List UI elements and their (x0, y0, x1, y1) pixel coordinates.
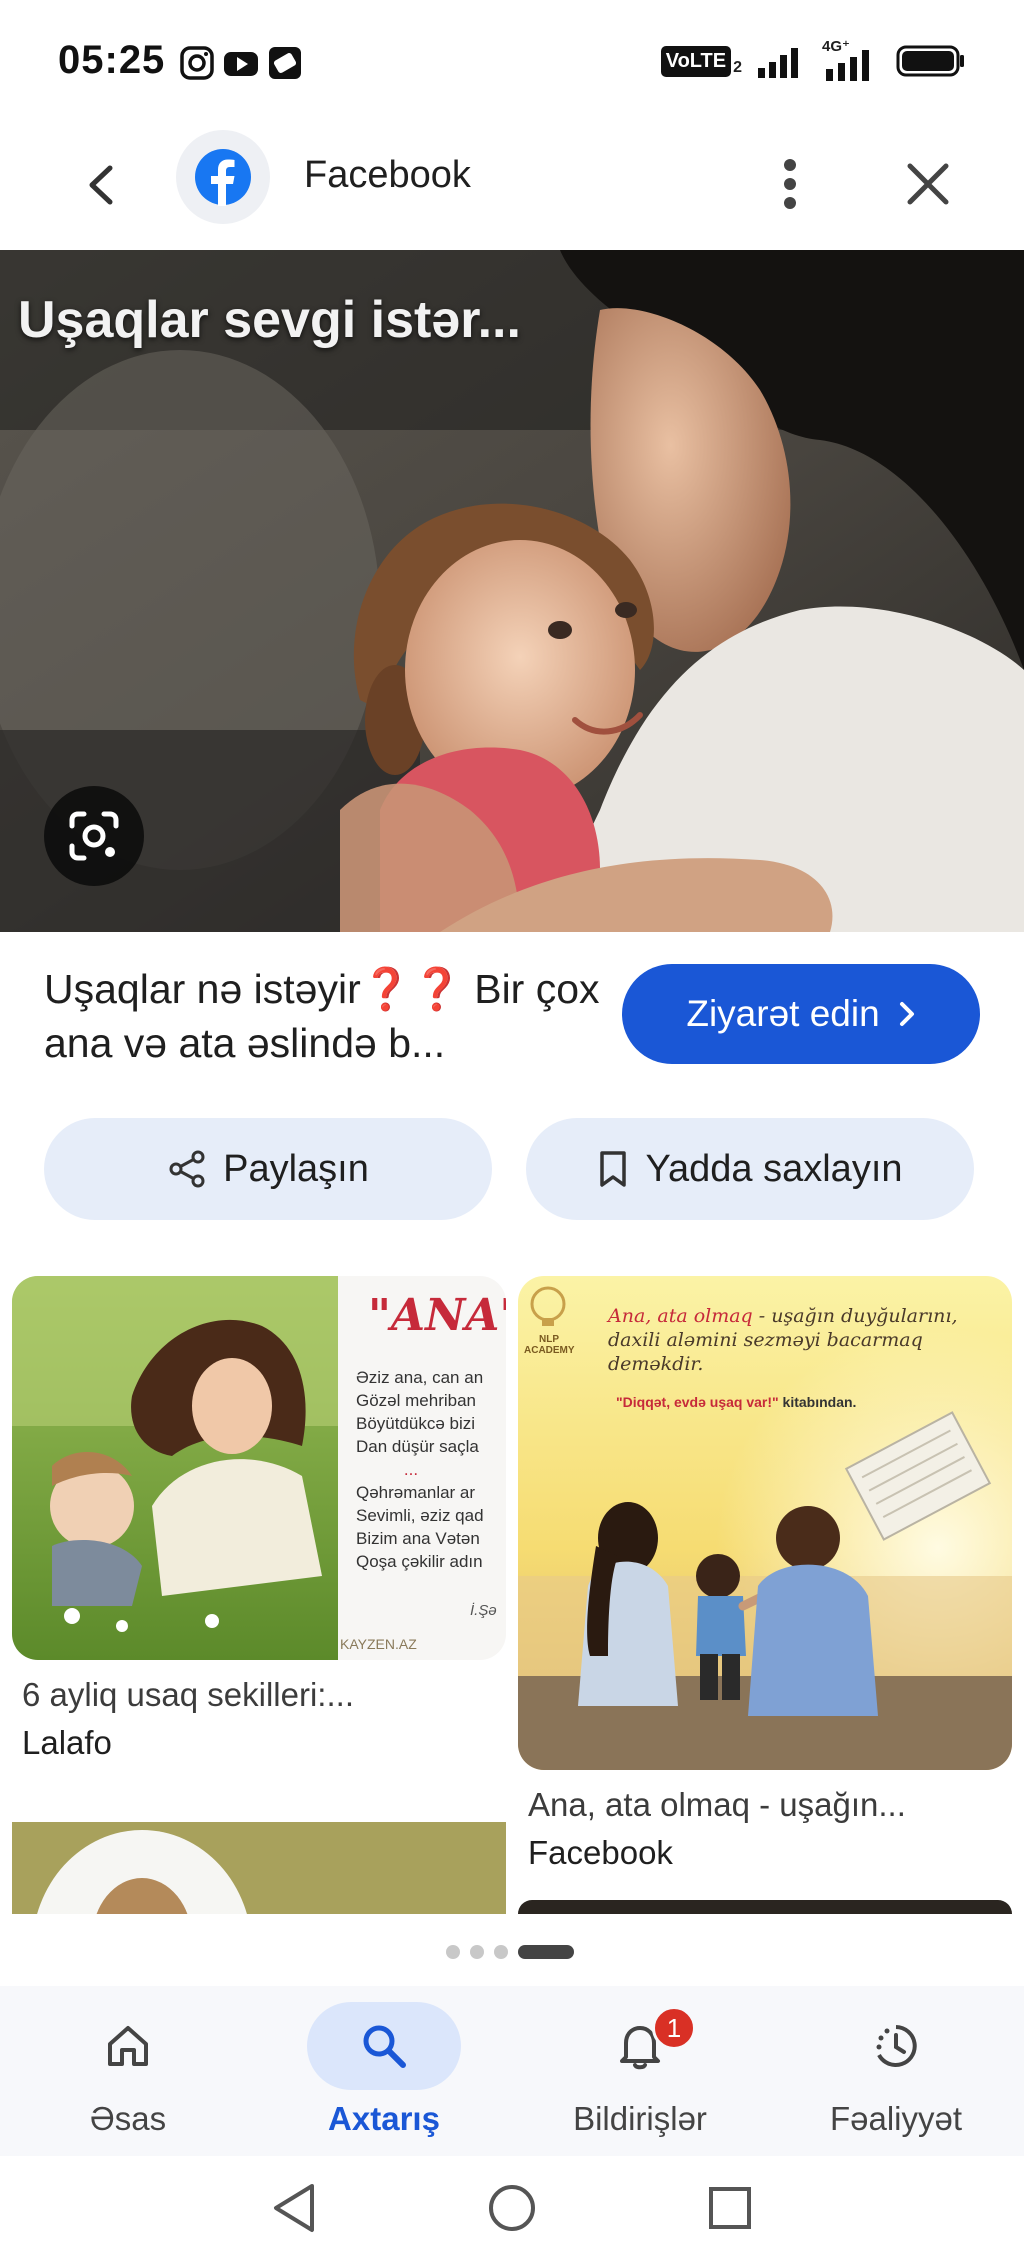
page-dot (470, 1945, 484, 1959)
back-button[interactable] (70, 154, 132, 216)
nav-activity-pill (819, 2002, 973, 2090)
poem-line: Dan düşür saçla (356, 1437, 479, 1456)
book-title: "Diqqət, evdə uşaq var!" (616, 1394, 779, 1410)
result-title[interactable]: Uşaqlar nə istəyir❓❓ Bir çox ana və ata … (44, 962, 604, 1070)
system-navigation-bar (0, 2156, 1024, 2253)
google-lens-icon (69, 811, 119, 861)
related-caption-2[interactable]: Ana, ata olmaq - uşağın... (528, 1786, 906, 1824)
home-icon (108, 2026, 148, 2066)
volte-indicator: VoLTE 2 (660, 45, 742, 77)
portrait-photo (12, 1790, 506, 1914)
volte-sim: 2 (733, 58, 742, 76)
visit-button[interactable]: Ziyarət edin (622, 964, 980, 1064)
more-vert-icon (784, 159, 796, 209)
share-button[interactable]: Paylaşın (44, 1118, 492, 1220)
close-button[interactable] (894, 150, 962, 218)
system-home-button[interactable] (482, 2178, 542, 2238)
poem-text: Əziz ana, can an Gözəl mehriban Böyütdük… (356, 1366, 506, 1573)
circle-home-icon (489, 2185, 535, 2231)
clock: 05:25 (58, 38, 166, 82)
nav-search[interactable]: Axtarış (256, 1986, 512, 2156)
poem-title: "ANA" (368, 1290, 506, 1341)
poem-line: Gözəl mehriban (356, 1391, 477, 1410)
nav-home[interactable]: Əsas (0, 1986, 256, 2156)
result-header: Facebook (0, 120, 1024, 250)
volte-label: VoLTE (660, 45, 732, 77)
battery-icon (896, 45, 964, 77)
triangle-back-icon (274, 2184, 314, 2232)
signal-icon-2 (826, 50, 869, 81)
youtube-icon (224, 52, 258, 76)
nav-search-pill (307, 2002, 461, 2090)
page-dot (446, 1945, 460, 1959)
quote-text: Ana, ata olmaq - uşağın duyğularını, dax… (608, 1304, 998, 1376)
main-image[interactable]: Uşaqlar sevgi istər... (0, 250, 1024, 932)
related-image-card-3[interactable] (12, 1790, 506, 1914)
activity-icon (876, 2025, 917, 2067)
poem-signature: İ.Şə (470, 1602, 497, 1619)
related-image-card-1[interactable]: "ANA" Əziz ana, can an Gözəl mehriban Bö… (12, 1276, 506, 1660)
nav-activity[interactable]: Fəaliyyət (768, 1986, 1024, 2156)
system-back-button[interactable] (264, 2178, 324, 2238)
related-caption-1[interactable]: 6 ayliq usaq sekilleri:... (22, 1676, 354, 1714)
nav-home-pill (51, 2002, 205, 2090)
related-image-card-2[interactable]: NLP ACADEMY Ana, ata olmaq - uşağın duyğ… (518, 1276, 1012, 1770)
status-bar: 05:25 VoLTE 2 4G⁺ (0, 0, 1024, 120)
save-button[interactable]: Yadda saxlayın (526, 1118, 974, 1220)
poem-line: Sevimli, əziz qad (356, 1506, 484, 1525)
poem-line: Əziz ana, can an (356, 1368, 484, 1387)
lens-button[interactable] (44, 786, 144, 886)
notification-badge: 1 (652, 2006, 696, 2050)
more-options-button[interactable] (760, 148, 820, 220)
poem-line: ... (403, 1460, 419, 1479)
book-reference: "Diqqət, evdə uşaq var!" kitabından. (616, 1394, 856, 1410)
signal-icon (758, 48, 798, 78)
instagram-icon (180, 46, 214, 80)
page-dot-active (518, 1945, 574, 1959)
system-recents-button[interactable] (700, 2178, 760, 2238)
poem-line: Qəhrəmanlar ar (356, 1483, 476, 1502)
site-favicon (176, 130, 270, 224)
share-icon (169, 1150, 205, 1188)
app-notification-icon (269, 47, 301, 79)
academy-logo-text: NLP ACADEMY (524, 1334, 575, 1356)
facebook-icon (195, 149, 251, 206)
nav-notifications[interactable]: 1 Bildirişlər (512, 1986, 768, 2156)
network-indicator: 4G⁺ (820, 38, 882, 81)
poem-line: Böyütdükcə bizi (356, 1414, 476, 1433)
quote-lead: Ana, ata olmaq (608, 1305, 753, 1327)
nav-home-label: Əsas (89, 2100, 167, 2137)
nav-activity-label: Fəaliyyət (829, 2100, 963, 2137)
nav-notifications-label: Bildirişlər (573, 2100, 707, 2137)
visit-button-label: Ziyarət edin (686, 993, 880, 1034)
bottom-navigation: Əsas Axtarış 1 Bildirişlər Fəaliyyət (0, 1986, 1024, 2156)
close-icon (907, 163, 949, 205)
save-button-label: Yadda saxlayın (645, 1147, 903, 1190)
chevron-left-icon (89, 165, 113, 205)
related-source-1: Lalafo (22, 1724, 112, 1761)
share-button-label: Paylaşın (223, 1147, 369, 1190)
site-name[interactable]: Facebook (304, 154, 471, 197)
image-caption: Uşaqlar sevgi istər... (18, 291, 521, 349)
page-dot (494, 1945, 508, 1959)
nav-search-label: Axtarış (328, 2100, 440, 2137)
screen: 05:25 VoLTE 2 4G⁺ Facebook Uşaqlar sevgi… (0, 0, 1024, 2253)
page-indicator (446, 1942, 574, 1962)
related-image-card-4[interactable] (518, 1900, 1012, 1914)
book-suffix: kitabından. (778, 1394, 857, 1410)
search-icon (363, 2025, 406, 2068)
poem-line: Qoşa çəkilir adın (356, 1552, 483, 1571)
chevron-right-icon (899, 1002, 914, 1026)
mother-child-photo (0, 250, 1024, 932)
poem-line: Bizim ana Vətən (356, 1529, 480, 1548)
nav-notifications-pill (563, 2002, 717, 2090)
bookmark-icon (600, 1151, 627, 1187)
status-indicators: VoLTE 2 4G⁺ (660, 38, 966, 82)
square-recents-icon (709, 2187, 751, 2229)
image-watermark: KAYZEN.AZ (340, 1636, 417, 1652)
related-source-2: Facebook (528, 1834, 673, 1871)
